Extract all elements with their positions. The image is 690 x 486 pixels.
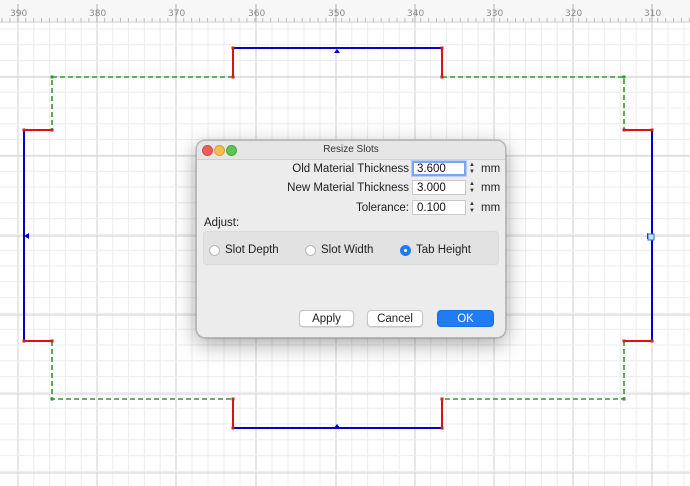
old-thickness-input[interactable]: 3.600	[412, 161, 466, 176]
ruler-label: 350	[328, 9, 345, 19]
tolerance-label: Tolerance:	[355, 202, 409, 214]
tolerance-unit: mm	[481, 202, 501, 214]
radio-slot-depth-label: Slot Depth	[225, 244, 279, 256]
old-thickness-stepper[interactable]: ▲ ▼	[468, 161, 477, 176]
ruler-label: 320	[565, 9, 582, 19]
top-ruler: 390 380 370 360 350 340 330 320 310	[0, 0, 690, 23]
new-thickness-input[interactable]: 3.000	[412, 180, 466, 195]
new-thickness-label: New Material Thickness	[287, 182, 409, 194]
adjust-label: Adjust:	[204, 217, 240, 229]
ok-button[interactable]: OK	[437, 310, 494, 327]
radio-tab-height-label: Tab Height	[416, 244, 471, 256]
new-thickness-stepper[interactable]: ▲ ▼	[468, 180, 477, 195]
ruler-label: 310	[644, 9, 661, 19]
ruler-label: 380	[89, 9, 106, 19]
radio-slot-depth[interactable]: Slot Depth	[209, 243, 279, 257]
resize-slots-dialog: Resize Slots Old Material Thickness 3.60…	[196, 140, 506, 338]
cancel-button[interactable]: Cancel	[367, 310, 423, 327]
old-thickness-label: Old Material Thickness	[292, 163, 409, 175]
tolerance-stepper[interactable]: ▲ ▼	[468, 200, 477, 215]
ruler-label: 390	[10, 9, 27, 19]
dialog-title: Resize Slots	[323, 144, 379, 155]
radio-button-icon[interactable]	[209, 244, 220, 256]
radio-button-icon[interactable]	[305, 244, 316, 256]
radio-slot-width-label: Slot Width	[321, 244, 374, 256]
tolerance-input[interactable]: 0.100	[412, 200, 466, 215]
ruler-label: 340	[407, 9, 424, 19]
radio-slot-width[interactable]: Slot Width	[305, 243, 373, 257]
old-thickness-unit: mm	[481, 163, 501, 175]
radio-tab-height[interactable]: Tab Height	[400, 243, 471, 257]
ruler-label: 370	[168, 9, 185, 19]
dialog-titlebar: Resize Slots	[197, 141, 505, 160]
new-thickness-unit: mm	[481, 182, 501, 194]
selection-handle[interactable]	[647, 233, 655, 241]
ruler-label: 330	[486, 9, 503, 19]
radio-button-selected-icon[interactable]	[400, 244, 411, 256]
ruler-label: 360	[248, 9, 265, 19]
apply-button[interactable]: Apply	[299, 310, 354, 327]
